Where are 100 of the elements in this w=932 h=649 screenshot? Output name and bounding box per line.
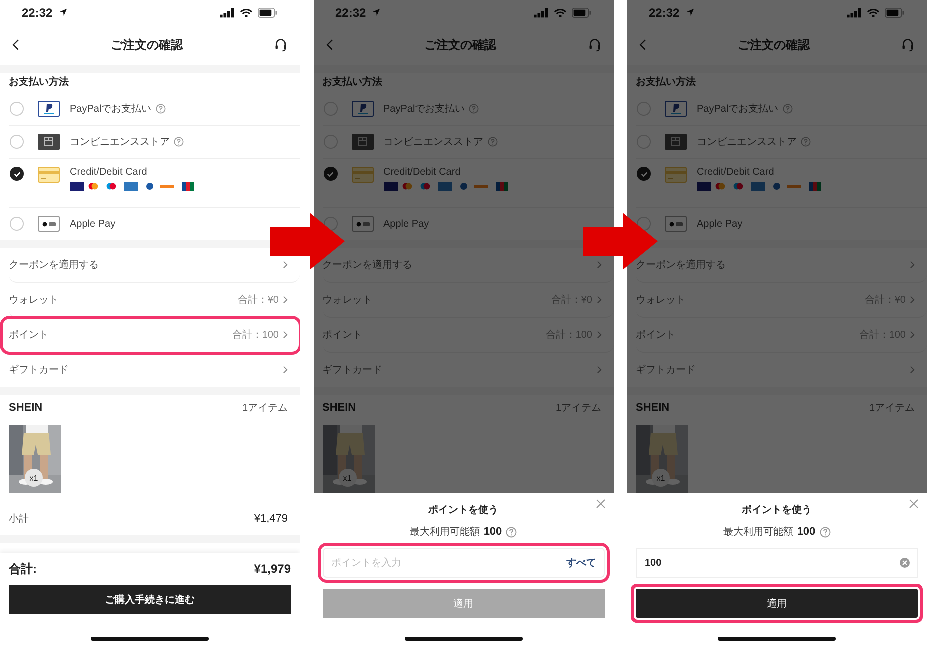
- option-label: ギフトカード: [322, 364, 384, 377]
- store-name: SHEIN: [636, 402, 670, 414]
- chevron-right-icon: [910, 296, 915, 304]
- apple-pay-icon: [38, 216, 60, 232]
- option-row[interactable]: ウォレット 合計：¥0: [9, 283, 300, 318]
- paypal-card-icon: [352, 101, 374, 117]
- section-heading: お支払い方法: [636, 75, 697, 90]
- apple-pay-icon: [665, 216, 687, 232]
- payment-method-label: PayPalでお支払い: [697, 102, 779, 116]
- total-value: ¥1,979: [254, 562, 291, 576]
- chevron-right-icon: [283, 366, 288, 374]
- help-icon[interactable]: [469, 104, 480, 114]
- item-count: 1アイテム: [242, 402, 288, 415]
- paypal-card-icon: [665, 101, 687, 117]
- radio-button[interactable]: [324, 167, 338, 181]
- credit-card-icon: [665, 167, 687, 183]
- close-icon[interactable]: [909, 499, 919, 509]
- apply-button[interactable]: 適用: [636, 589, 918, 618]
- chevron-right-icon: [910, 331, 915, 339]
- option-label: ポイント: [9, 329, 50, 342]
- option-value: 合計：¥0: [238, 294, 279, 307]
- credit-card-icon: [352, 167, 374, 183]
- help-icon[interactable]: [506, 526, 518, 538]
- option-row[interactable]: ギフトカード: [9, 353, 300, 387]
- option-label: クーポンを適用する: [322, 258, 414, 272]
- status-time: 22:32: [22, 6, 53, 20]
- option-row[interactable]: ギフトカード: [636, 353, 927, 387]
- help-icon[interactable]: [820, 526, 831, 538]
- chevron-right-icon: [283, 331, 288, 339]
- option-label: ギフトカード: [636, 364, 697, 377]
- use-all-link[interactable]: すべて: [566, 556, 596, 570]
- location-arrow-icon: [686, 8, 695, 17]
- section-heading: お支払い方法: [9, 75, 70, 90]
- battery-icon: [258, 8, 278, 18]
- signal-icon: [220, 8, 235, 18]
- chevron-right-icon: [910, 261, 915, 269]
- chevron-right-icon: [910, 366, 915, 374]
- option-row[interactable]: ギフトカード: [322, 353, 614, 387]
- max-amount-label: 最大利用可能額: [723, 526, 794, 539]
- wifi-icon: [867, 8, 880, 18]
- points-input-field[interactable]: 100: [636, 548, 918, 578]
- clear-icon[interactable]: [900, 558, 910, 568]
- chevron-right-icon: [596, 296, 602, 304]
- option-label: ウォレット: [9, 294, 60, 307]
- payment-method-label: Apple Pay: [70, 218, 116, 230]
- location-arrow-icon: [58, 8, 68, 17]
- section-heading: お支払い方法: [322, 75, 384, 90]
- help-icon[interactable]: [174, 137, 184, 147]
- check-icon: [326, 170, 335, 178]
- credit-card-icon: [38, 167, 60, 183]
- headset-icon[interactable]: [274, 38, 288, 52]
- subtotal-label: 小計: [9, 512, 30, 526]
- store-icon: [38, 134, 60, 150]
- chevron-right-icon: [283, 261, 288, 269]
- status-time: 22:32: [649, 6, 680, 20]
- payment-method-label: コンビニエンスストア: [697, 136, 797, 149]
- check-icon: [12, 170, 22, 178]
- help-icon[interactable]: [156, 104, 166, 114]
- sheet-title: ポイントを使う: [428, 504, 498, 517]
- radio-button[interactable]: [10, 167, 24, 181]
- page-title: ご注文の確認: [424, 36, 496, 54]
- store-name: SHEIN: [322, 402, 356, 414]
- max-amount-label: 最大利用可能額: [410, 526, 480, 539]
- chevron-right-icon: [596, 366, 602, 374]
- option-row[interactable]: ポイント 合計：100: [2, 318, 300, 353]
- store-icon: [665, 134, 687, 150]
- signal-icon: [534, 8, 548, 18]
- close-icon[interactable]: [596, 499, 606, 509]
- option-value: 合計：100: [232, 328, 279, 342]
- chevron-right-icon: [283, 296, 288, 304]
- store-icon: [352, 134, 374, 150]
- item-count: 1アイテム: [869, 402, 915, 415]
- option-label: ギフトカード: [9, 364, 70, 377]
- option-label: ポイント: [322, 329, 364, 342]
- help-icon[interactable]: [488, 137, 498, 147]
- radio-button[interactable]: [637, 167, 651, 181]
- payment-method-label: Apple Pay: [697, 218, 743, 230]
- signal-icon: [847, 8, 862, 18]
- status-time: 22:32: [336, 6, 366, 20]
- payment-method-label: Credit/Debit Card: [70, 167, 148, 178]
- total-label: 合計:: [9, 560, 37, 578]
- page-title: ご注文の確認: [111, 36, 183, 54]
- wifi-icon: [240, 8, 253, 18]
- option-label: クーポンを適用する: [9, 258, 100, 272]
- back-icon[interactable]: [12, 39, 20, 51]
- store-name: SHEIN: [9, 402, 43, 414]
- item-count: 1アイテム: [556, 402, 602, 415]
- option-label: ポイント: [636, 329, 677, 342]
- check-icon: [640, 170, 648, 178]
- payment-method-label: コンビニエンスストア: [70, 136, 170, 149]
- subtotal-value: ¥1,479: [254, 513, 288, 525]
- help-icon[interactable]: [801, 137, 811, 147]
- help-icon[interactable]: [782, 104, 793, 114]
- max-amount-value: 100: [484, 526, 502, 538]
- payment-method-label: PayPalでお支払い: [384, 102, 466, 116]
- checkout-button[interactable]: ご購入手続きに進む: [9, 585, 291, 614]
- max-amount-value: 100: [797, 526, 816, 538]
- location-arrow-icon: [372, 8, 382, 17]
- option-label: ウォレット: [322, 294, 374, 307]
- sheet-title: ポイントを使う: [742, 504, 812, 517]
